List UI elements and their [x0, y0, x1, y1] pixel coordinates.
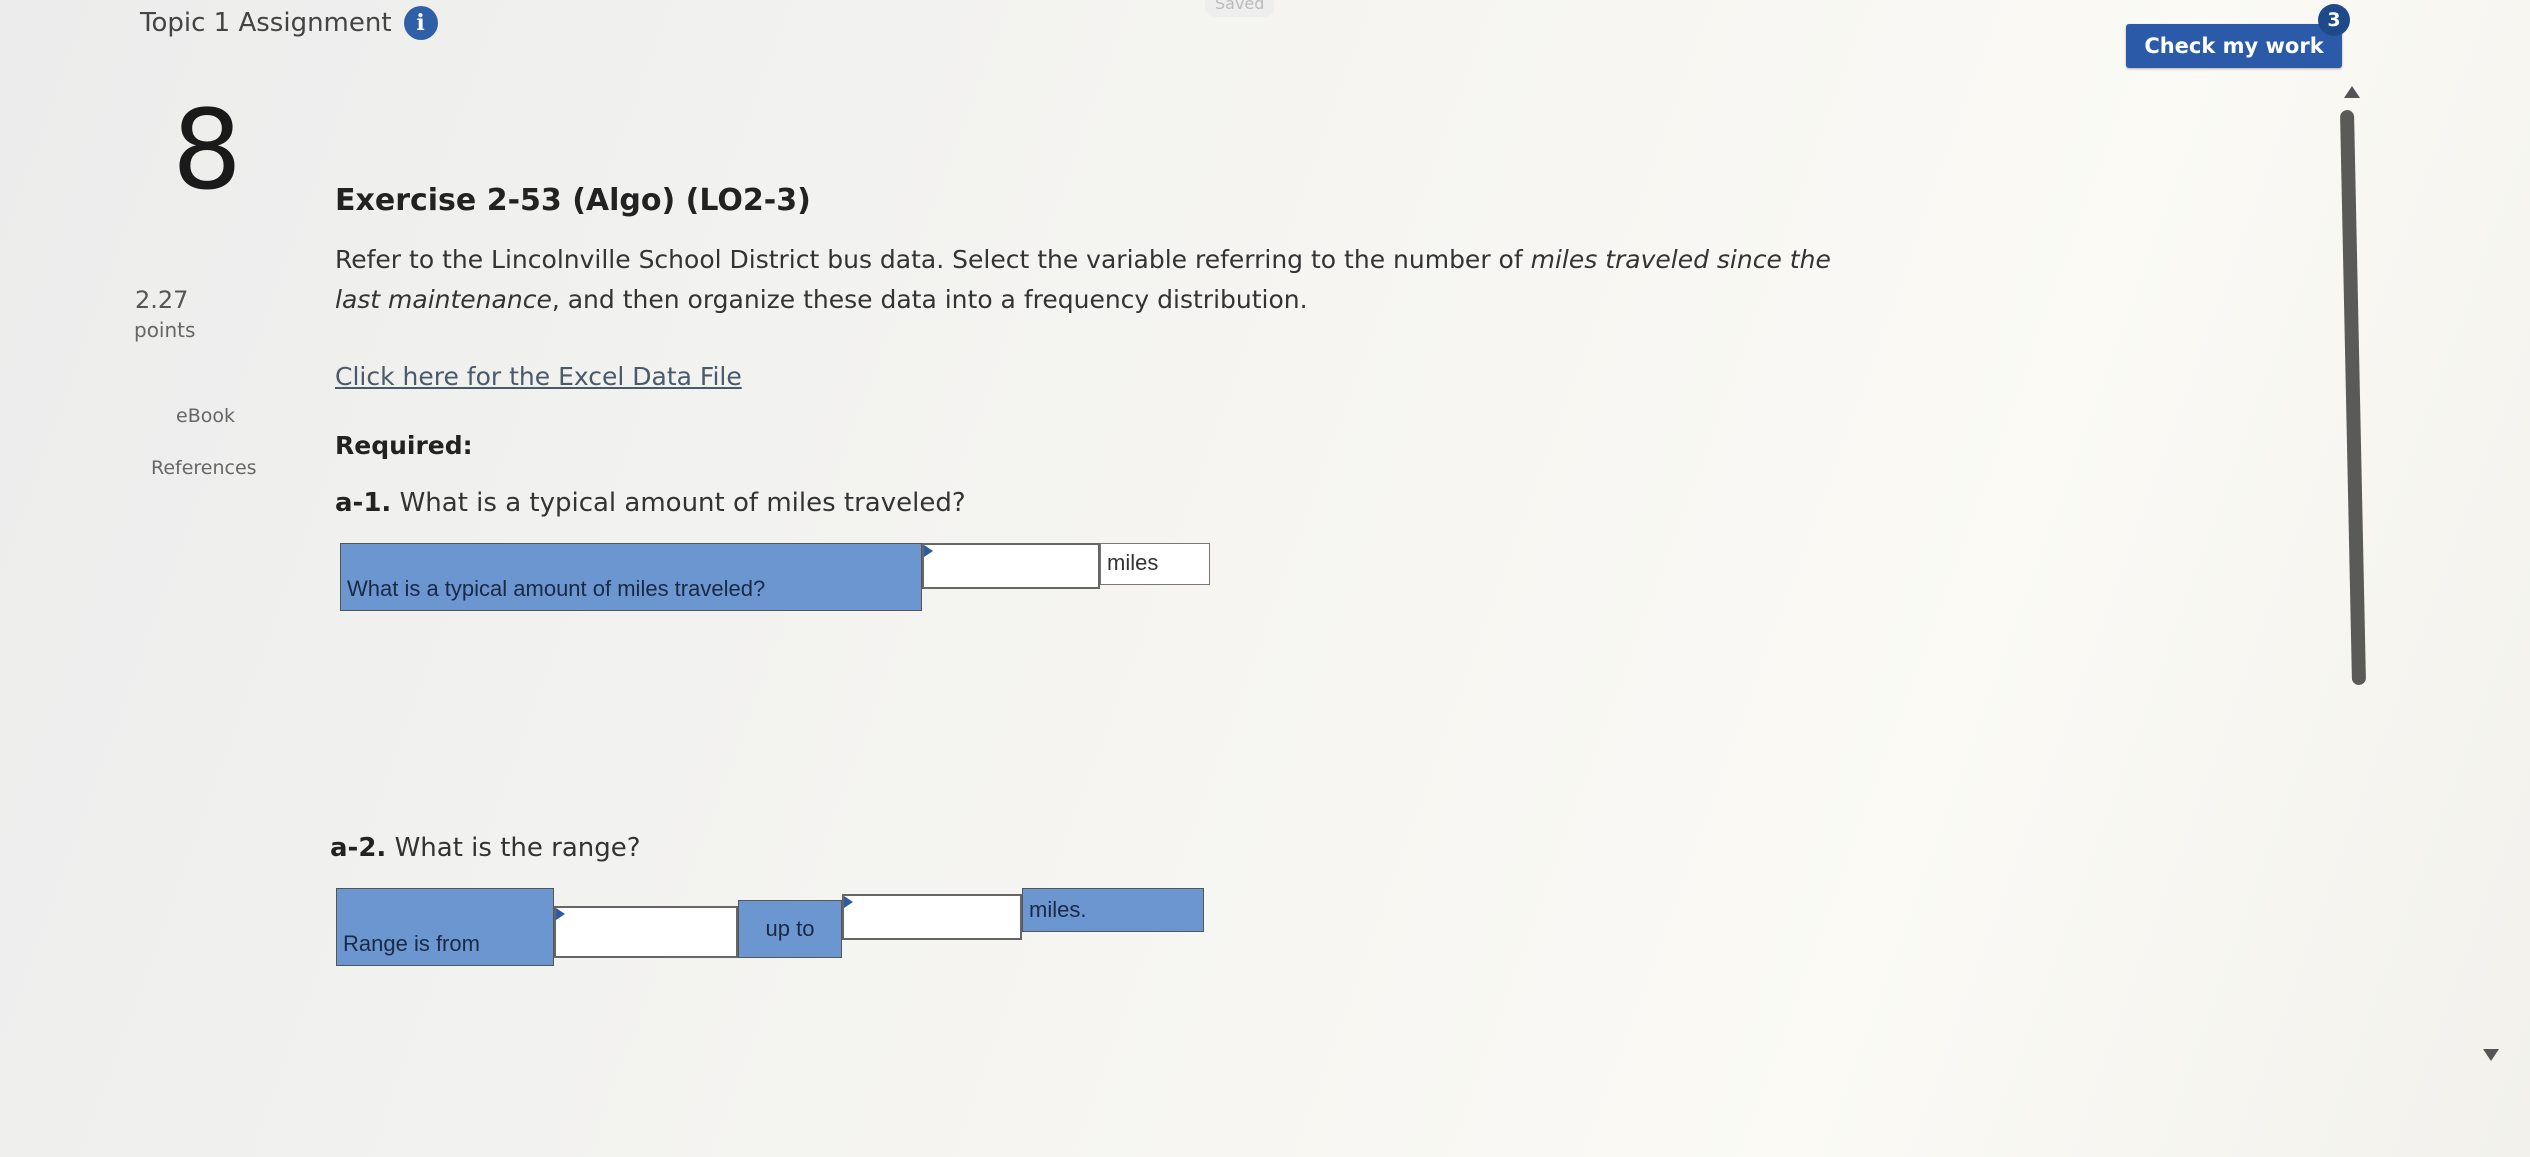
a1-row-label: What is a typical amount of miles travel…	[340, 543, 922, 611]
answer-row-a1: What is a typical amount of miles travel…	[340, 543, 1210, 611]
question-a2: a-2. What is the range?	[330, 833, 641, 863]
question-a2-text: What is the range?	[394, 833, 641, 863]
a2-up-to-label: up to	[738, 900, 842, 958]
check-count-badge: 3	[2318, 4, 2350, 36]
points-label: points	[134, 318, 196, 342]
points-value: 2.27	[135, 286, 189, 314]
a1-typical-miles-input[interactable]	[922, 543, 1100, 589]
question-a1: a-1. What is a typical amount of miles t…	[335, 488, 966, 518]
info-icon[interactable]: i	[403, 6, 438, 40]
a2-range-to-input[interactable]	[842, 894, 1022, 940]
question-a1-label: a-1.	[335, 488, 392, 518]
prompt-text-1: Refer to the Lincolnville School Distric…	[335, 245, 1531, 274]
question-number: 8	[172, 86, 242, 214]
a2-unit-label: miles.	[1022, 888, 1204, 932]
assignment-title-text: Topic 1 Assignment	[140, 8, 392, 38]
check-my-work-button[interactable]: Check my work	[2126, 24, 2342, 68]
excel-data-link[interactable]: Click here for the Excel Data File	[335, 362, 742, 391]
exercise-prompt: Refer to the Lincolnville School Distric…	[335, 240, 1875, 320]
assignment-title: Topic 1 Assignment i	[140, 6, 438, 40]
question-a2-label: a-2.	[330, 833, 387, 863]
required-heading: Required:	[335, 431, 473, 460]
a1-unit-label: miles	[1100, 543, 1210, 585]
question-a1-text: What is a typical amount of miles travel…	[399, 488, 966, 518]
a2-row-label: Range is from	[336, 888, 554, 966]
answer-row-a2: Range is from up to miles.	[336, 888, 1204, 966]
saved-indicator: Saved	[1205, 0, 1275, 17]
ebook-link[interactable]: eBook	[176, 405, 235, 427]
scroll-down-arrow-icon[interactable]	[2483, 1049, 2499, 1061]
a2-range-from-input[interactable]	[554, 906, 738, 958]
exercise-title: Exercise 2-53 (Algo) (LO2-3)	[335, 183, 811, 218]
prompt-text-2: , and then organize these data into a fr…	[551, 285, 1308, 314]
scroll-up-arrow-icon[interactable]	[2344, 86, 2360, 98]
vertical-scrollbar[interactable]	[2339, 109, 2367, 686]
references-link[interactable]: References	[151, 457, 257, 479]
